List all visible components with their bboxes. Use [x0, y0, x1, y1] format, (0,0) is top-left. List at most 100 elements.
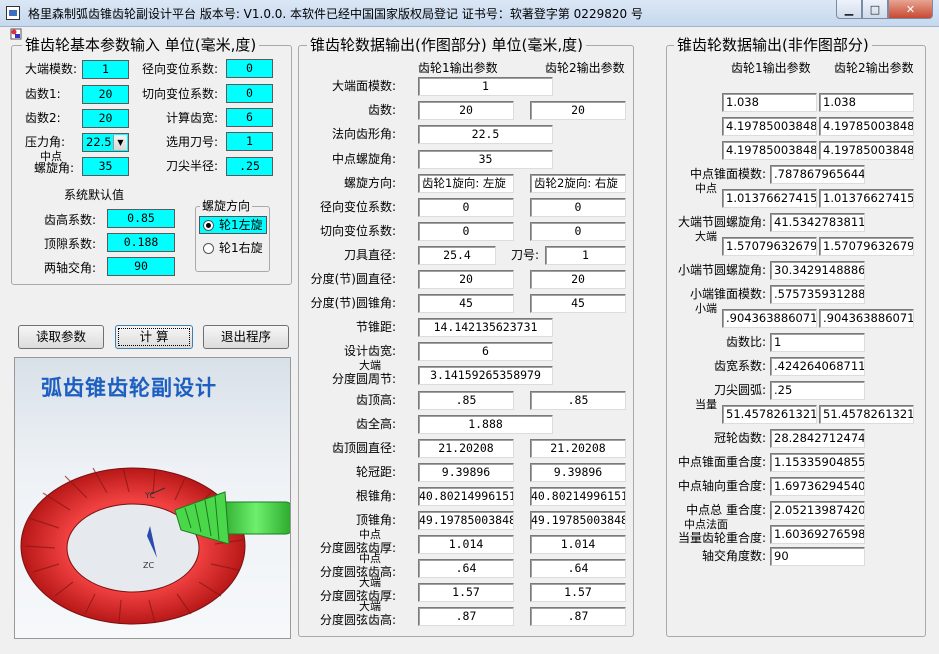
- row-label: 齿全高:: [355, 417, 396, 431]
- field-label: 切向变位系数:: [142, 87, 219, 101]
- gear1-output: .87: [418, 607, 514, 626]
- spiral-right-label: 轮1右旋: [219, 241, 263, 255]
- app-icon: [6, 6, 20, 20]
- gear1-output: 1.014: [418, 535, 514, 554]
- title-bar: 格里森制弧齿锥齿轮副设计平台 版本号: V1.0.0. 本软件已经中国国家版权局…: [0, 0, 939, 27]
- field-label: 两轴交角:: [44, 261, 97, 275]
- gear1-output: 22.5: [418, 125, 553, 144]
- maximize-icon: □: [869, 2, 881, 16]
- gear1-output: 1.888: [418, 415, 553, 434]
- gear1-output: 1.69736294540447: [770, 477, 865, 496]
- maximize-button[interactable]: □: [862, 0, 888, 19]
- gear2-output: 21.20208: [530, 439, 626, 458]
- gear1-output: 41.534278381157: [770, 213, 865, 232]
- row-label: 当量齿轮重合度:: [677, 531, 766, 545]
- module-input[interactable]: 1: [82, 60, 129, 79]
- minimize-icon: ▁: [844, 2, 854, 16]
- field-label: 齿数2:: [25, 111, 61, 125]
- gear1-output: 6: [418, 342, 553, 361]
- row-label: 刀具直径:: [343, 248, 396, 262]
- row-label-top: 中点: [359, 552, 381, 565]
- radial-shift-input[interactable]: 0: [226, 59, 273, 78]
- pressure-angle-select[interactable]: 22.5 ▼: [82, 133, 129, 152]
- gear2-output: .85: [530, 391, 626, 410]
- row-label: 齿宽系数:: [713, 359, 766, 373]
- close-button[interactable]: ✕: [888, 0, 933, 19]
- tip-radius-input[interactable]: .25: [226, 157, 273, 176]
- gear2-output: 0: [530, 222, 626, 241]
- row-label: 轴交角度数:: [701, 549, 766, 563]
- row-label: 齿顶高:: [355, 393, 396, 407]
- field-label: 顶隙系数:: [44, 237, 97, 251]
- gear1-output: .85: [418, 391, 514, 410]
- gear1-output: 30.342914888674: [770, 261, 865, 280]
- spiral-angle-input[interactable]: 35: [82, 157, 129, 176]
- gear1-output: .904363886071148: [722, 309, 817, 328]
- row-label: 分度圆弦齿高:: [319, 613, 396, 627]
- row-label: 齿顶圆直径:: [331, 441, 396, 455]
- gear1-output: .575735931288071: [770, 285, 865, 304]
- gear2-output: 1.57: [530, 583, 626, 602]
- row-label: 设计齿宽:: [343, 344, 396, 358]
- read-params-button[interactable]: 读取参数: [18, 325, 104, 349]
- row-label: 中点锥面模数:: [689, 167, 766, 181]
- row-label: 中点锥面重合度:: [677, 455, 766, 469]
- row-label: 中点总 重合度:: [686, 503, 766, 517]
- gear2-output: .64: [530, 559, 626, 578]
- row-label: 法向齿形角:: [331, 127, 396, 141]
- field-label: 螺旋角:: [34, 161, 75, 175]
- gear2-output: 0: [530, 198, 626, 217]
- calculate-button[interactable]: 计 算: [115, 325, 193, 349]
- gear1-output: 3.14159265358979: [418, 366, 553, 385]
- field-label: 刀尖半径:: [166, 159, 219, 173]
- gear2-output: 4.19785003848751: [819, 117, 914, 136]
- gear2-output: 4.19785003848751: [819, 141, 914, 160]
- cutter-number-input[interactable]: 1: [226, 132, 273, 151]
- spiral-right-radio[interactable]: [203, 243, 214, 254]
- shaft-angle-input[interactable]: 90: [107, 257, 175, 276]
- gear-preview-image: 弧齿锥齿轮副设计 YC ZC: [14, 357, 291, 639]
- gear-illustration: YC ZC: [20, 467, 290, 625]
- row-label-top: 大端: [359, 600, 381, 613]
- gear2-output: 20: [530, 101, 626, 120]
- field-label: 大端模数:: [25, 62, 78, 76]
- row-label-top: 大端: [359, 359, 381, 372]
- gear2-column-header: 齿轮2输出参数: [834, 61, 914, 75]
- gear1-output: 1.15335904855570: [770, 453, 865, 472]
- gear2-output: 1.038: [819, 93, 914, 112]
- face-width-input[interactable]: 6: [226, 108, 273, 127]
- spiral-left-label: 轮1左旋: [219, 218, 263, 232]
- gear1-output: 14.142135623731: [418, 318, 553, 337]
- spiral-right-option[interactable]: 轮1右旋: [199, 240, 267, 258]
- gear2-output: 40.8021499615129: [530, 487, 626, 506]
- field-label: 选用刀号:: [166, 135, 219, 149]
- spiral-left-radio[interactable]: [203, 220, 214, 231]
- gear1-output: 1.5707963267949: [722, 237, 817, 256]
- minimize-button[interactable]: ▁: [836, 0, 862, 19]
- input-panel-title: 锥齿轮基本参数输入 单位(毫米,度): [22, 36, 260, 54]
- addendum-coef-input[interactable]: 0.85: [107, 209, 175, 228]
- tangential-shift-input[interactable]: 0: [226, 84, 273, 103]
- gear1-output: 21.20208: [418, 439, 514, 458]
- spiral-direction-title: 螺旋方向: [200, 199, 253, 213]
- teeth2-input[interactable]: 20: [82, 109, 129, 128]
- gear1-output: 0: [418, 198, 514, 217]
- row-label-top: 大端: [359, 576, 381, 589]
- defaults-title: 系统默认值: [64, 188, 125, 202]
- clearance-coef-input[interactable]: 0.188: [107, 233, 175, 252]
- chevron-down-icon[interactable]: ▼: [113, 135, 127, 150]
- gear1-output: 1.60369276598965: [770, 525, 865, 544]
- gear1-output: 40.8021499615129: [418, 487, 514, 506]
- row-label: 轮冠距:: [355, 465, 396, 479]
- row-label: 齿数:: [367, 103, 396, 117]
- gear2-output: 1: [545, 246, 626, 265]
- gear1-output: 0: [418, 222, 514, 241]
- spiral-left-option[interactable]: 轮1左旋: [199, 216, 267, 234]
- gear2-output: 1.5707963267949: [819, 237, 914, 256]
- gear1-output: 9.39896: [418, 463, 514, 482]
- gear1-output: 1: [418, 77, 553, 96]
- exit-button[interactable]: 退出程序: [203, 325, 289, 349]
- teeth1-input[interactable]: 20: [82, 85, 129, 104]
- row-label: 根锥角:: [355, 489, 396, 503]
- row-label: 中点螺旋角:: [331, 152, 396, 166]
